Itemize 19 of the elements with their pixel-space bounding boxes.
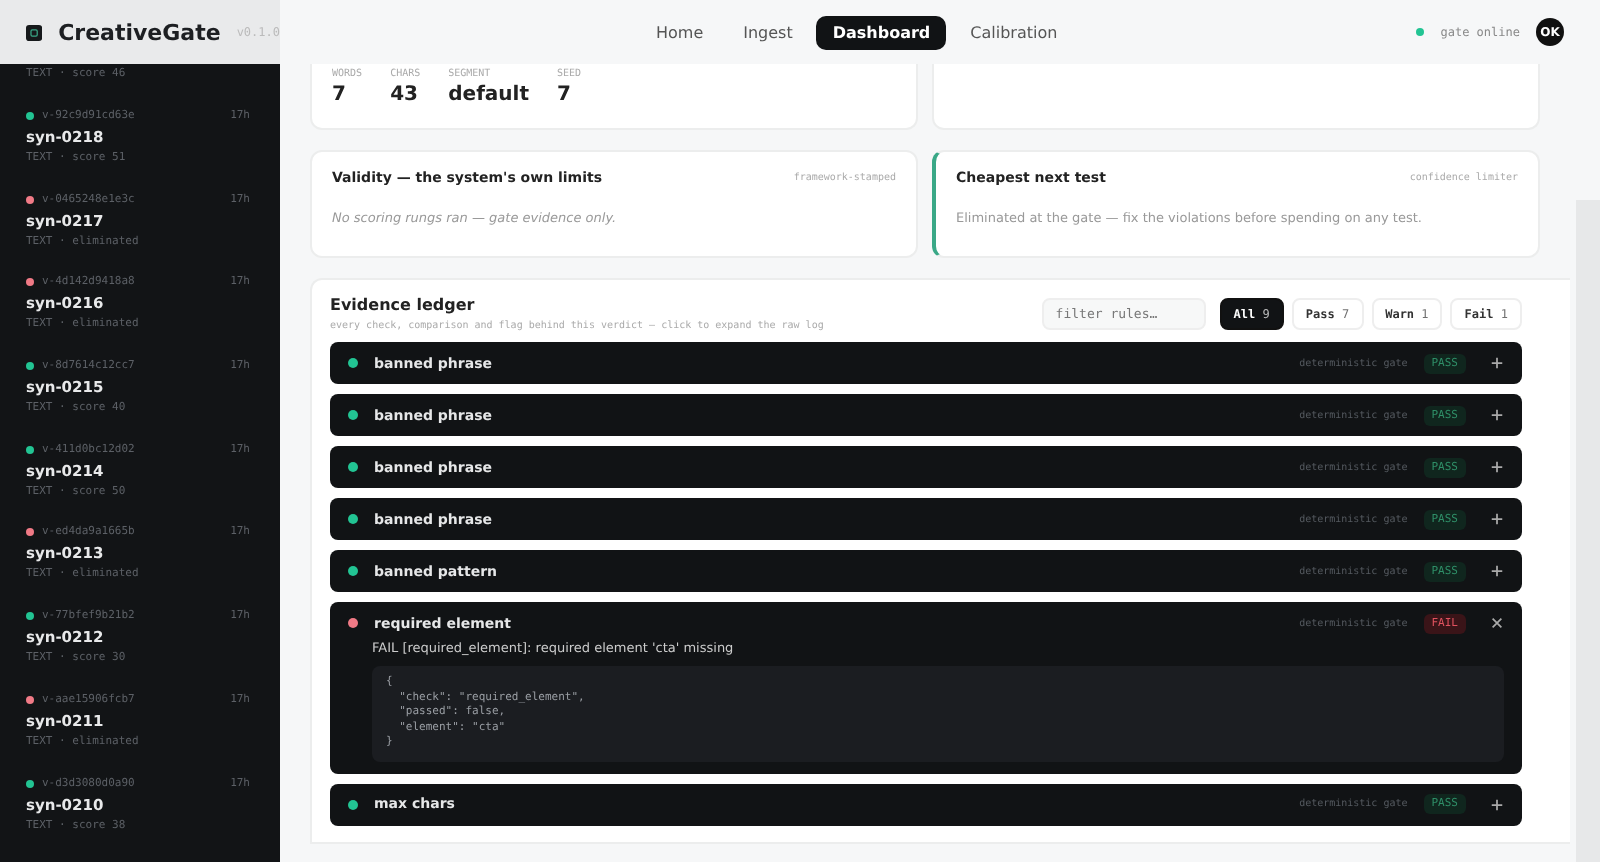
status-dot <box>1416 28 1425 36</box>
plus-icon[interactable] <box>1490 356 1504 370</box>
plus-icon[interactable] <box>1490 564 1504 578</box>
ledger-title: Evidence ledger <box>330 296 477 314</box>
stat-value: 43 <box>390 84 420 106</box>
nav-tab[interactable]: Dashboard <box>816 15 947 49</box>
stat-value: 7 <box>332 84 348 106</box>
plus-icon[interactable] <box>1490 460 1504 474</box>
nav-tab[interactable]: Calibration <box>954 15 1074 49</box>
logo-icon <box>26 19 43 45</box>
nav-tab[interactable]: Home <box>640 15 720 49</box>
close-icon[interactable] <box>1490 616 1504 630</box>
stat-value: default <box>448 84 529 106</box>
plus-icon[interactable] <box>1490 797 1504 811</box>
nav-tab[interactable]: Ingest <box>727 15 809 49</box>
plus-icon[interactable] <box>1490 408 1504 422</box>
stat-value: 7 <box>557 84 573 106</box>
brand-name: CreativeGate <box>58 19 221 45</box>
plus-icon[interactable] <box>1490 512 1504 526</box>
